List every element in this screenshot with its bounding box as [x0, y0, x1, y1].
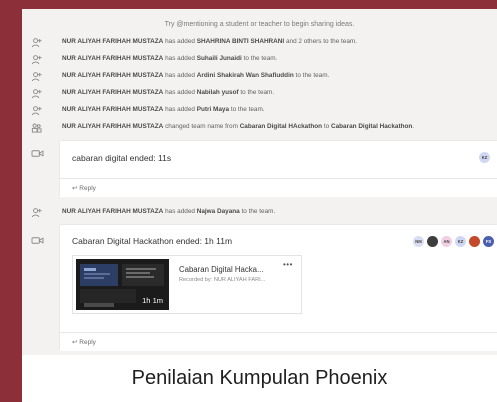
- screenshot-frame: Try @mentioning a student or teacher to …: [22, 9, 497, 402]
- team-icon: [31, 123, 42, 133]
- avatar[interactable]: KZ: [455, 236, 466, 247]
- video-camera-icon: [31, 237, 44, 244]
- event-target[interactable]: Najwa Dayana: [197, 208, 240, 215]
- meeting-title: Cabaran Digital Hackathon ended: 1h 11m: [72, 236, 233, 246]
- event-target-2: Cabaran Digital Hackathon: [330, 123, 413, 130]
- event-target[interactable]: Nabilah yusof: [197, 89, 239, 96]
- event-actor[interactable]: NUR ALIYAH FARIHAH MUSTAZA: [62, 55, 163, 62]
- slide-caption: Penilaian Kumpulan Phoenix: [22, 355, 497, 402]
- reply-button[interactable]: Reply: [79, 185, 96, 192]
- recording-card[interactable]: 1h 1m Cabaran Digital Hacka... Recorded …: [72, 255, 302, 314]
- mention-hint: Try @mentioning a student or teacher to …: [164, 21, 355, 28]
- add-user-icon: [31, 38, 42, 48]
- reply-bar[interactable]: ↩ Reply: [60, 178, 497, 197]
- add-user-icon: [31, 55, 42, 65]
- participant-avatars: NM AN KZ FS: [413, 236, 497, 247]
- add-user-icon: [31, 106, 42, 116]
- video-camera-icon: [31, 150, 44, 157]
- channel-feed: Try @mentioning a student or teacher to …: [22, 9, 497, 355]
- event-target[interactable]: SHAHRINA BINTI SHAHRANI: [197, 38, 284, 45]
- add-user-icon: [31, 208, 42, 218]
- meeting-card[interactable]: cabaran digital ended: 11s KZ ↩ Reply: [60, 141, 497, 197]
- recording-duration: 1h 1m: [142, 296, 163, 305]
- event-actor[interactable]: NUR ALIYAH FARIHAH MUSTAZA: [62, 208, 163, 215]
- reply-bar[interactable]: ↩ Reply: [60, 332, 497, 351]
- event-actor[interactable]: NUR ALIYAH FARIHAH MUSTAZA: [62, 89, 163, 96]
- recording-subtitle: Recorded by: NUR ALIYAH FARI...: [179, 277, 266, 283]
- avatar[interactable]: NM: [413, 236, 424, 247]
- avatar[interactable]: [469, 236, 480, 247]
- event-actor[interactable]: NUR ALIYAH FARIHAH MUSTAZA: [62, 38, 163, 45]
- more-options-icon[interactable]: •••: [283, 260, 293, 269]
- recording-title[interactable]: Cabaran Digital Hacka...: [179, 265, 264, 274]
- event-target[interactable]: Ardini Shakirah Wan Shafiuddin: [197, 72, 294, 79]
- activity-event: NUR ALIYAH FARIHAH MUSTAZA has added Naj…: [22, 206, 497, 220]
- event-actor[interactable]: NUR ALIYAH FARIHAH MUSTAZA: [62, 123, 163, 130]
- activity-event: NUR ALIYAH FARIHAH MUSTAZA has added SHA…: [22, 36, 497, 50]
- recording-thumbnail[interactable]: 1h 1m: [76, 259, 169, 310]
- reply-button[interactable]: Reply: [79, 339, 96, 346]
- event-target[interactable]: Suhaili Junaidi: [197, 55, 242, 62]
- add-user-icon: [31, 89, 42, 99]
- event-target: Cabaran Digital HAckathon: [239, 123, 323, 130]
- meeting-card[interactable]: Cabaran Digital Hackathon ended: 1h 11m …: [60, 225, 497, 351]
- avatar[interactable]: AN: [441, 236, 452, 247]
- add-user-icon: [31, 72, 42, 82]
- activity-event: NUR ALIYAH FARIHAH MUSTAZA has added Put…: [22, 104, 497, 118]
- activity-event: NUR ALIYAH FARIHAH MUSTAZA has added Ard…: [22, 70, 497, 84]
- activity-event: NUR ALIYAH FARIHAH MUSTAZA has added Nab…: [22, 87, 497, 101]
- event-target[interactable]: Putri Maya: [197, 106, 229, 113]
- avatar[interactable]: FS: [483, 236, 494, 247]
- event-actor[interactable]: NUR ALIYAH FARIHAH MUSTAZA: [62, 106, 163, 113]
- meeting-title: cabaran digital ended: 11s: [72, 153, 172, 163]
- avatar[interactable]: [427, 236, 438, 247]
- page: { "hint_text": "Try @mentioning a studen…: [0, 0, 497, 402]
- activity-event: NUR ALIYAH FARIHAH MUSTAZA changed team …: [22, 121, 497, 135]
- activity-event: NUR ALIYAH FARIHAH MUSTAZA has added Suh…: [22, 53, 497, 67]
- avatar[interactable]: KZ: [479, 152, 490, 163]
- event-actor[interactable]: NUR ALIYAH FARIHAH MUSTAZA: [62, 72, 163, 79]
